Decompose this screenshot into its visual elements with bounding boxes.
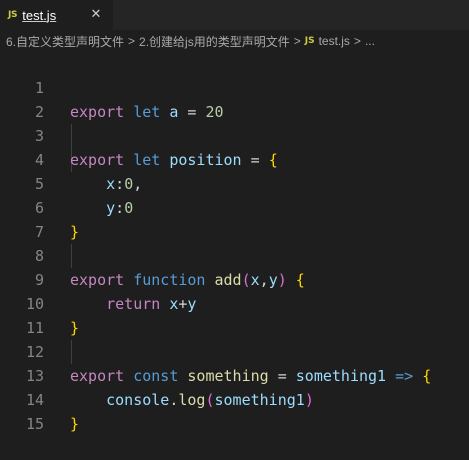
breadcrumb-item-folder-2[interactable]: 2.创建给js用的类型声明文件 [139,33,290,50]
code-line: 2 [0,76,469,121]
code-line: 12 export const something = something1 =… [0,316,469,385]
js-file-icon: JS [8,10,18,20]
code-line: 13 console.log(something1) [0,340,469,409]
code-line: 1 export let a = 20 [0,52,469,121]
tab-test-js[interactable]: JS test.js ✕ [0,0,113,30]
code-line: 15 [0,388,469,433]
brace: } [70,415,80,433]
close-icon[interactable]: ✕ [88,6,104,22]
breadcrumb-item-file[interactable]: test.js [319,34,350,48]
line-number: 15 [25,415,44,433]
chevron-right-icon: > [293,34,301,48]
js-file-icon: JS [304,36,315,46]
tab-bar: JS test.js ✕ [0,0,469,30]
code-line: 6 } [0,172,469,241]
code-line: 4 x:0, [0,124,469,193]
breadcrumb-item-folder-1[interactable]: 6.自定义类型声明文件 [6,33,124,50]
code-line: 3 export let position = { [0,100,469,169]
breadcrumb-item-more[interactable]: ... [365,34,375,48]
chevron-right-icon: > [128,34,136,48]
code-line: 5 y:0 [0,148,469,217]
tab-title: test.js [22,7,57,23]
code-line: 9 return x+y [0,244,469,313]
code-line: 8 export function add(x,y) { [0,220,469,289]
breadcrumb: 6.自定义类型声明文件 > 2.创建给js用的类型声明文件 > JS test.… [0,30,469,52]
code-line: 7 [0,196,469,241]
chevron-right-icon: > [353,34,361,48]
code-line: 10 } [0,268,469,337]
code-line: 11 [0,292,469,337]
code-editor[interactable]: 1 export let a = 20 2 3 export let posit… [0,52,469,433]
code-line: 14 } [0,364,469,433]
